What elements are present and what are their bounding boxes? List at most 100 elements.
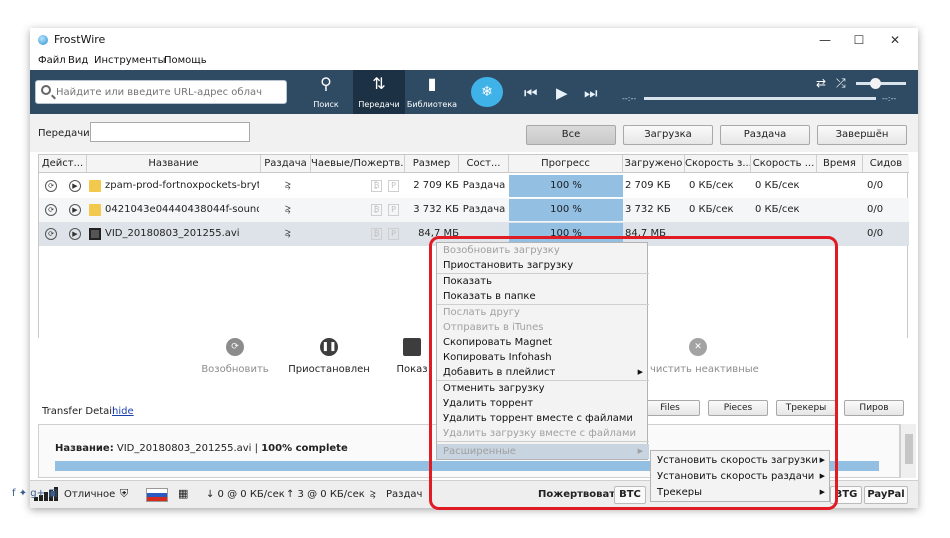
resume-label: Возобновить — [201, 364, 269, 375]
show-button[interactable]: Показ — [390, 338, 434, 375]
row-up: 0 КБ/сек — [755, 180, 800, 191]
row-down: 0 КБ/сек — [689, 180, 734, 191]
download-stats: ↓ 0 @ 0 КБ/сек — [206, 489, 285, 500]
col-tips[interactable]: Чаевые/Пожертв... — [311, 155, 405, 173]
paypal-icon[interactable]: P — [388, 228, 399, 240]
search-input[interactable] — [56, 84, 281, 100]
menu-view[interactable]: Вид — [68, 55, 88, 66]
volume-slider[interactable] — [856, 78, 906, 89]
scrollbar-thumb[interactable] — [905, 434, 913, 464]
hide-detail-link[interactable]: hide — [112, 406, 134, 417]
minimize-button[interactable]: — — [808, 30, 842, 50]
share-icon[interactable]: ⥸ — [285, 204, 291, 215]
window-title: FrostWire — [54, 33, 106, 46]
detail-scrollbar[interactable] — [900, 424, 916, 478]
col-size[interactable]: Размер — [405, 155, 459, 173]
share-icon[interactable]: ⥸ — [285, 180, 291, 191]
resume-button[interactable]: ⟳ Возобновить — [200, 338, 270, 375]
instagram-icon[interactable]: ▣ — [48, 488, 57, 499]
tab-transfers-label: Передачи — [358, 100, 400, 109]
row-name: 0421043e04440438044f-sound... — [105, 204, 259, 215]
frostwire-logo-icon — [38, 35, 48, 45]
transfer-detail-label: Transfer Detail — [42, 406, 115, 417]
seeding-status[interactable]: Раздач — [386, 489, 422, 500]
filter-input[interactable] — [90, 122, 250, 142]
row-loaded: 3 732 КБ — [625, 204, 671, 215]
frostwire-logo-icon[interactable]: ❄ — [471, 77, 503, 107]
filter-label: Передачи — [38, 128, 90, 139]
show-label: Показ — [396, 364, 428, 375]
maximize-button[interactable]: ☐ — [842, 30, 876, 50]
search-icon — [41, 85, 51, 95]
play-icon[interactable]: ▶ — [69, 228, 81, 240]
row-up: 0 КБ/сек — [755, 204, 800, 215]
table-header: Дейст... Название Раздача Чаевые/Пожертв… — [39, 155, 909, 173]
shuffle-icon[interactable]: ⤮ — [836, 76, 846, 91]
menu-help[interactable]: Помощь — [164, 55, 207, 66]
col-seeds[interactable]: Сидов — [863, 155, 909, 173]
folder-icon — [403, 338, 421, 356]
col-down-speed[interactable]: Скорость з... — [685, 155, 751, 173]
tab-search-label: Поиск — [313, 100, 339, 109]
col-progress[interactable]: Прогресс — [509, 155, 623, 173]
donate-paypal-button[interactable]: PayPal — [864, 486, 908, 504]
table-row[interactable]: ⟳ ▶ 0421043e04440438044f-sound... ⥸ ₿ P … — [39, 198, 909, 222]
twitter-icon[interactable]: ✦ — [19, 488, 27, 499]
paypal-icon[interactable]: P — [388, 204, 399, 216]
tab-library-label: Библиотека — [406, 100, 458, 109]
player-progress-track[interactable] — [644, 97, 876, 100]
col-time[interactable]: Время — [817, 155, 863, 173]
row-name: zpam-prod-fortnoxpockets-bryte-... — [105, 180, 259, 191]
row-seeds: 0/0 — [867, 180, 884, 191]
filter-finished-button[interactable]: Завершён — [817, 125, 907, 145]
volume-knob[interactable] — [870, 78, 881, 89]
language-flag-icon[interactable] — [146, 488, 168, 502]
play-icon[interactable]: ▶ — [69, 204, 81, 216]
play-icon[interactable]: ▶ — [69, 180, 81, 192]
refresh-icon[interactable]: ⟳ — [45, 228, 57, 240]
previous-icon[interactable]: ⏮ — [524, 84, 538, 102]
main-toolbar: ⚲ Поиск ⇅ Передачи ▮ Библиотека ❄ ⏮ ▶ ⏭ … — [30, 70, 918, 114]
col-loaded[interactable]: Загружено — [623, 155, 685, 173]
filter-downloading-button[interactable]: Загрузка — [623, 125, 713, 145]
tab-transfers[interactable]: ⇅ Передачи — [353, 70, 405, 114]
shield-icon[interactable]: ⛨ — [120, 487, 128, 501]
col-seeding[interactable]: Раздача — [261, 155, 311, 173]
col-actions[interactable]: Дейст... — [39, 155, 87, 173]
detail-name-value: VID_20180803_201255.avi — [116, 443, 252, 454]
filter-seeding-button[interactable]: Раздача — [720, 125, 810, 145]
refresh-icon[interactable]: ⟳ — [45, 180, 57, 192]
refresh-icon[interactable]: ⟳ — [45, 204, 57, 216]
pause-button[interactable]: ❚❚ Приостановлен — [286, 338, 372, 375]
search-icon: ⚲ — [320, 74, 332, 93]
col-state[interactable]: Сост... — [459, 155, 509, 173]
next-icon[interactable]: ⏭ — [584, 84, 598, 102]
row-state: Раздача — [462, 204, 506, 215]
detail-name-label: Название: — [55, 443, 114, 454]
google-plus-icon[interactable]: g+ — [30, 488, 45, 499]
close-button[interactable]: ✕ — [878, 30, 912, 50]
bitcoin-icon[interactable]: ₿ — [371, 204, 382, 216]
facebook-icon[interactable]: f — [12, 488, 16, 499]
tab-search[interactable]: ⚲ Поиск — [300, 70, 352, 114]
bitcoin-icon[interactable]: ₿ — [371, 228, 382, 240]
menu-file[interactable]: Файл — [38, 55, 66, 66]
seeding-icon[interactable]: ⥸ — [370, 489, 376, 500]
filter-all-button[interactable]: Все — [526, 125, 616, 145]
network-icon[interactable]: ▦ — [178, 487, 188, 500]
bitcoin-icon[interactable]: ₿ — [371, 180, 382, 192]
share-icon[interactable]: ⥸ — [285, 228, 291, 239]
tab-peers[interactable]: Пиров — [844, 400, 904, 416]
col-name[interactable]: Название — [87, 155, 261, 173]
menu-tools[interactable]: Инструменты — [94, 55, 166, 66]
upload-stats: ↑ 3 @ 0 КБ/сек — [286, 489, 365, 500]
table-row[interactable]: ⟳ ▶ zpam-prod-fortnoxpockets-bryte-... ⥸… — [39, 174, 909, 198]
row-progress: 100 % — [509, 175, 623, 197]
paypal-icon[interactable]: P — [388, 180, 399, 192]
play-icon[interactable]: ▶ — [556, 84, 568, 102]
pause-label: Приостановлен — [288, 364, 370, 375]
detail-name-line: Название: VID_20180803_201255.avi | 100%… — [55, 443, 348, 454]
repeat-icon[interactable]: ⇄ — [816, 76, 826, 90]
col-up-speed[interactable]: Скорость ... — [751, 155, 817, 173]
tab-library[interactable]: ▮ Библиотека — [406, 70, 458, 114]
